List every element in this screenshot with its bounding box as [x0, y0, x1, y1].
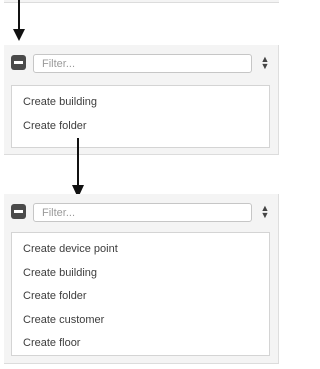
- menu-item-create-building[interactable]: Create building: [12, 262, 269, 286]
- menu-item-create-building[interactable]: Create building: [12, 91, 269, 115]
- down-arrow-icon: [72, 138, 84, 198]
- previous-panel-edge: [4, 0, 279, 3]
- actions-panel-before: ▲▼ Create building Create folder: [4, 45, 279, 155]
- actions-panel-after: ▲▼ Create device point Create building C…: [4, 194, 279, 364]
- minus-square-icon[interactable]: [11, 55, 26, 70]
- down-arrow-icon: [13, 0, 25, 41]
- menu-item-create-customer[interactable]: Create customer: [12, 309, 269, 333]
- actions-menu: Create building Create folder: [11, 85, 270, 148]
- menu-item-create-folder[interactable]: Create folder: [12, 115, 269, 139]
- sort-up-down-icon[interactable]: ▲ ▼: [260, 55, 270, 71]
- filter-bar: ▲▼: [11, 203, 272, 223]
- minus-square-icon[interactable]: [11, 204, 26, 219]
- filter-input[interactable]: [33, 203, 252, 222]
- menu-item-create-floor[interactable]: Create floor: [12, 332, 269, 356]
- filter-bar: ▲▼: [11, 54, 272, 74]
- menu-item-create-folder[interactable]: Create folder: [12, 285, 269, 309]
- menu-item-create-device-point[interactable]: Create device point: [12, 238, 269, 262]
- actions-menu: Create device point Create building Crea…: [11, 232, 270, 356]
- filter-input[interactable]: [33, 54, 252, 73]
- sort-up-down-icon[interactable]: ▲ ▼: [260, 204, 270, 220]
